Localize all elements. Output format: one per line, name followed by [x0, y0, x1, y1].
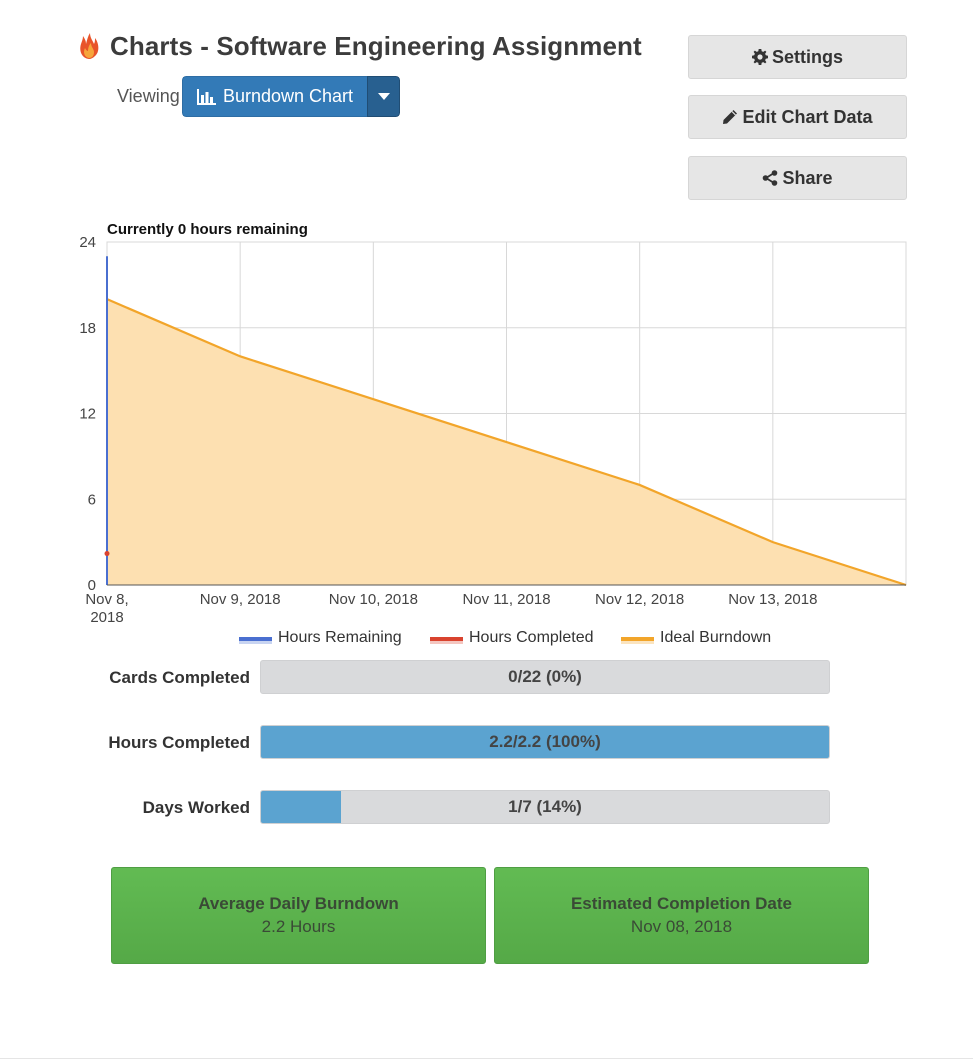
x-tick-label: Nov 12, 2018: [595, 591, 684, 608]
x-tick-label: 2018: [90, 609, 123, 626]
hours-completed-point: [104, 551, 110, 557]
y-tick-label: 12: [79, 406, 96, 423]
caret-down-icon: [377, 93, 390, 100]
metric-label-cards-completed: Cards Completed: [109, 668, 250, 687]
settings-label: Settings: [771, 46, 843, 67]
burndown-chart-label: Burndown Chart: [222, 86, 354, 106]
chart-type-dropdown-toggle[interactable]: [367, 76, 400, 117]
pencil-icon: [723, 110, 738, 124]
page-title: Charts - Software Engineering Assignment: [110, 30, 642, 61]
chart-type-selector[interactable]: Burndown Chart: [182, 76, 400, 117]
legend-swatch-shadow: [621, 641, 654, 644]
x-tick-label: Nov 13, 2018: [728, 591, 817, 608]
legend-swatch: [621, 637, 654, 641]
edit-chart-data-button[interactable]: Edit Chart Data: [688, 95, 907, 139]
card-value: 2.2 Hours: [261, 917, 336, 936]
bar-chart-icon: [196, 88, 216, 105]
flame-icon: [80, 33, 99, 59]
share-label: Share: [782, 167, 833, 188]
legend-swatch-shadow: [430, 641, 463, 644]
metric-label-hours-completed: Hours Completed: [108, 733, 250, 752]
share-icon: [763, 170, 778, 186]
x-tick-label: Nov 8,: [85, 591, 128, 608]
x-tick-label: Nov 9, 2018: [200, 591, 281, 608]
footer-divider: [0, 1058, 973, 1059]
legend-swatch-shadow: [239, 641, 272, 644]
burndown-chart: 0 6 12 18 24 Nov 8, 2018 Nov 9, 2018 Nov 10, 201…: [0, 215, 973, 655]
estimated-completion-date-card: Estimated Completion Date Nov 08, 2018: [494, 867, 869, 964]
burndown-chart-svg: 06121824Nov 8,2018Nov 9, 2018 Nov 10, 201…: [79, 221, 907, 646]
gear-icon: [751, 49, 768, 65]
average-daily-burndown-card: Average Daily Burndown 2.2 Hours: [111, 867, 486, 964]
legend-label: Hours Remaining: [278, 629, 402, 646]
card-value: Nov 08, 2018: [630, 917, 733, 936]
share-button[interactable]: Share: [688, 156, 907, 200]
progress-text-hours-completed: 2.2/2.2 (100%): [489, 732, 601, 751]
progress-bar-hours-completed: 2.2/2.2 (100%): [260, 725, 830, 759]
y-tick-label: 6: [88, 491, 96, 508]
progress-bar-cards-completed: 0/22 (0%): [260, 660, 830, 694]
settings-button[interactable]: Settings: [688, 35, 907, 79]
progress-text-cards-completed: 0/22 (0%): [508, 667, 582, 686]
y-tick-label: 24: [79, 234, 96, 251]
progress-bar-days-worked: 1/7 (14%): [260, 790, 830, 824]
legend-swatch: [430, 637, 463, 641]
legend-label: Ideal Burndown: [660, 629, 771, 646]
x-tick-label: Nov 11, 2018: [462, 591, 550, 608]
burndown-chart-button[interactable]: Burndown Chart: [182, 76, 367, 117]
legend-label: Hours Completed: [469, 629, 594, 646]
metric-label-days-worked: Days Worked: [142, 798, 250, 817]
viewing-label: Viewing: [117, 86, 180, 106]
card-title: Estimated Completion Date: [570, 894, 793, 913]
x-tick-label: Nov 10, 2018: [329, 591, 418, 608]
card-title: Average Daily Burndown: [198, 894, 399, 913]
edit-chart-data-label: Edit Chart Data: [742, 106, 873, 127]
page-header: Charts - Software Engineering Assignment: [78, 28, 642, 64]
chart-title: Currently 0 hours remaining: [107, 221, 308, 238]
legend-swatch: [239, 637, 272, 641]
y-tick-label: 18: [79, 320, 96, 337]
progress-text-days-worked: 1/7 (14%): [508, 797, 582, 816]
